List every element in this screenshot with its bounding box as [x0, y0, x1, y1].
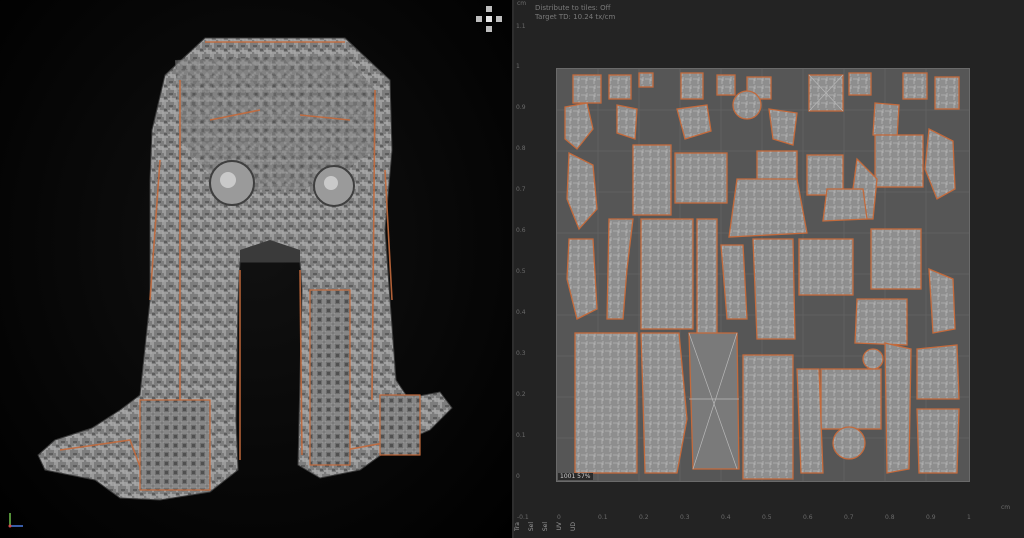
uv-editor-panel[interactable]: cm Distribute to tiles: Off Target TD: 1… — [514, 0, 1024, 538]
y-tick: 0.3 — [516, 350, 526, 357]
tool-label[interactable]: Tra — [514, 522, 521, 531]
x-tick: 0 — [557, 514, 561, 521]
uv-tile-0-1[interactable] — [556, 68, 970, 482]
y-tick: 0.7 — [516, 186, 526, 193]
x-tick: 0.5 — [762, 514, 772, 521]
x-tick: 0.1 — [598, 514, 608, 521]
y-tick: 0.4 — [516, 309, 526, 316]
x-tick: 0.6 — [803, 514, 813, 521]
x-tick: 0.4 — [721, 514, 731, 521]
tool-label[interactable]: UV — [556, 522, 563, 531]
udim-tile-label: 1001 57% — [558, 473, 593, 480]
y-tick: 0.5 — [516, 268, 526, 275]
x-tick: 0.3 — [680, 514, 690, 521]
y-tick: 0.1 — [516, 432, 526, 439]
axis-triad-icon — [8, 513, 23, 528]
target-td-text: Target TD: 10.24 tx/cm — [535, 13, 616, 21]
unit-label-bottom: cm — [1001, 504, 1011, 511]
distribute-tiles-text: Distribute to tiles: Off — [535, 4, 611, 12]
y-tick: 0.6 — [516, 227, 526, 234]
view-cube-icon[interactable] — [476, 6, 502, 32]
x-tick: 1 — [967, 514, 971, 521]
model-render[interactable] — [0, 0, 512, 538]
y-axis-ruler: 1.1 1 0.9 0.8 0.7 0.6 0.5 0.4 0.3 0.2 0.… — [514, 0, 528, 538]
x-tick: 0.7 — [844, 514, 854, 521]
y-tick: 0 — [516, 473, 520, 480]
uv-info-text: Distribute to tiles: Off Target TD: 10.2… — [535, 4, 615, 22]
y-tick: 0.2 — [516, 391, 526, 398]
viewport-3d[interactable] — [0, 0, 512, 538]
x-tick: 0.8 — [885, 514, 895, 521]
x-tick: 0.2 — [639, 514, 649, 521]
y-tick: 1 — [516, 63, 520, 70]
y-tick: 1.1 — [516, 23, 526, 30]
x-tick: -0.1 — [517, 514, 529, 521]
tool-label[interactable]: Sel — [542, 522, 549, 531]
tool-label[interactable]: Sel — [528, 522, 535, 531]
x-tick: 0.9 — [926, 514, 936, 521]
y-tick: 0.8 — [516, 145, 526, 152]
y-tick: 0.9 — [516, 104, 526, 111]
uv-islands[interactable] — [557, 69, 969, 481]
tool-label[interactable]: UD — [570, 522, 577, 531]
